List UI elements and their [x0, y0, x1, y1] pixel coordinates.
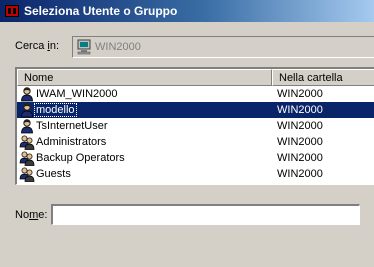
list-item[interactable]: TsInternetUser WIN2000: [17, 118, 374, 134]
list-item-name: Backup Operators: [36, 152, 125, 164]
group-icon: [19, 166, 35, 182]
list-item-folder: WIN2000: [277, 168, 323, 180]
list-item-folder: WIN2000: [277, 120, 323, 132]
search-in-label: Cerca in:: [15, 40, 60, 52]
list-header: Nome Nella cartella: [17, 69, 374, 86]
list-item[interactable]: Administrators WIN2000: [17, 134, 374, 150]
system-menu-icon[interactable]: [4, 3, 20, 19]
user-icon: [19, 102, 35, 118]
list-item-name: Administrators: [36, 136, 107, 148]
list-item-name: Guests: [36, 168, 71, 180]
window-title: Seleziona Utente o Gruppo: [24, 4, 178, 18]
list-item[interactable]: modello WIN2000: [17, 102, 374, 118]
list-item-folder: WIN2000: [277, 152, 323, 164]
search-in-combo[interactable]: WIN2000: [72, 36, 374, 58]
group-icon: [19, 150, 35, 166]
list-item[interactable]: Backup Operators WIN2000: [17, 150, 374, 166]
user-icon: [19, 86, 35, 102]
title-bar[interactable]: Seleziona Utente o Gruppo: [0, 0, 374, 22]
users-groups-list[interactable]: Nome Nella cartella IWAM_WIN2000 WIN2000 m…: [15, 67, 374, 185]
name-label: Nome:: [15, 209, 48, 221]
group-icon: [19, 134, 35, 150]
name-input[interactable]: [51, 204, 360, 225]
list-item-folder: WIN2000: [277, 104, 323, 116]
user-icon: [19, 118, 35, 134]
search-in-value: WIN2000: [95, 41, 141, 53]
list-item-name: modello: [34, 103, 77, 117]
list-item[interactable]: IWAM_WIN2000 WIN2000: [17, 86, 374, 102]
list-item-name: TsInternetUser: [36, 120, 108, 132]
column-header-name[interactable]: Nome: [17, 69, 272, 86]
list-item-folder: WIN2000: [277, 136, 323, 148]
list-item[interactable]: Guests WIN2000: [17, 166, 374, 182]
column-header-folder[interactable]: Nella cartella: [272, 69, 374, 86]
computer-icon: [77, 39, 91, 55]
list-item-name: IWAM_WIN2000: [36, 88, 118, 100]
list-item-folder: WIN2000: [277, 88, 323, 100]
